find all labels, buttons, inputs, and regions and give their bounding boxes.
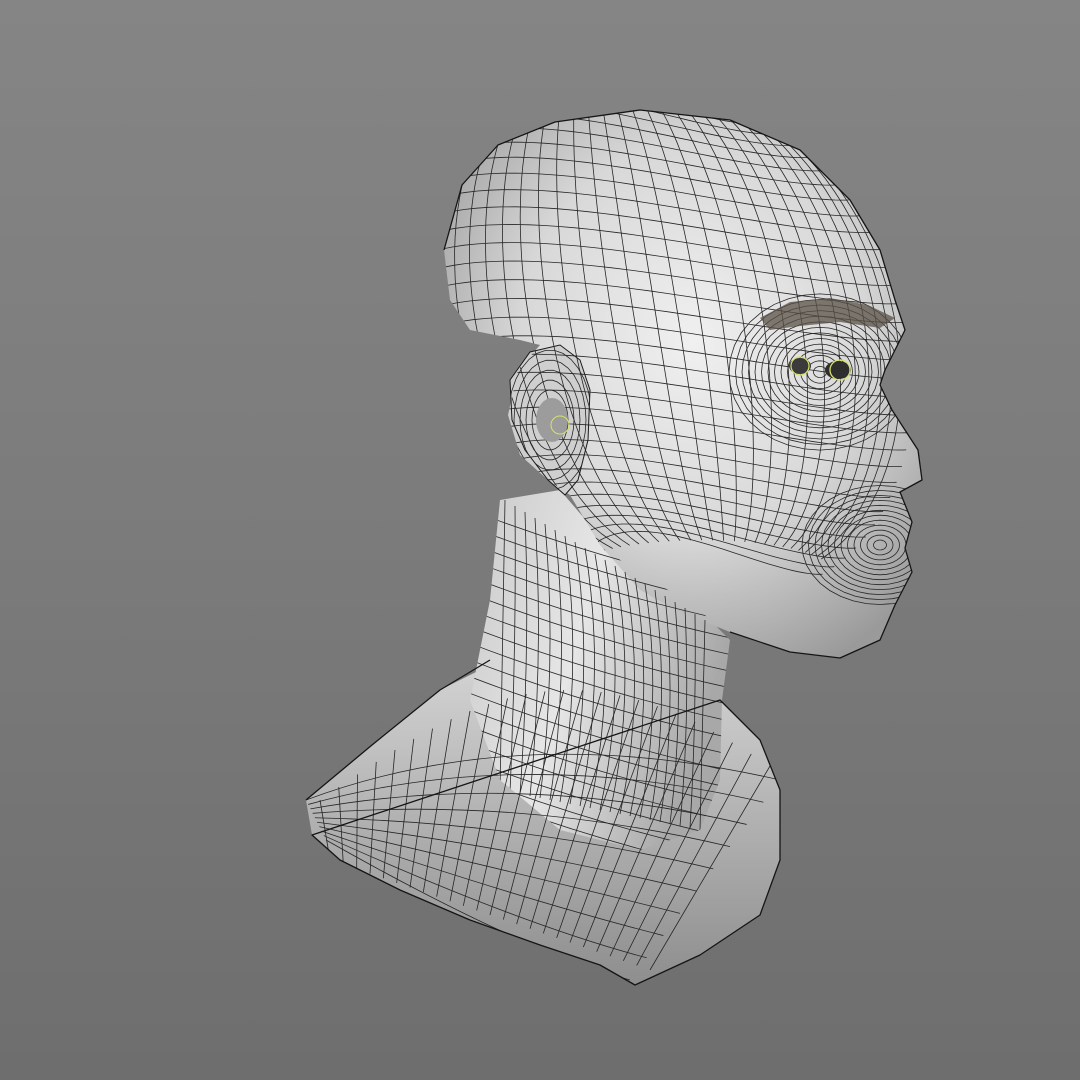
head-model: [305, 109, 923, 986]
viewport: [0, 0, 1080, 1080]
